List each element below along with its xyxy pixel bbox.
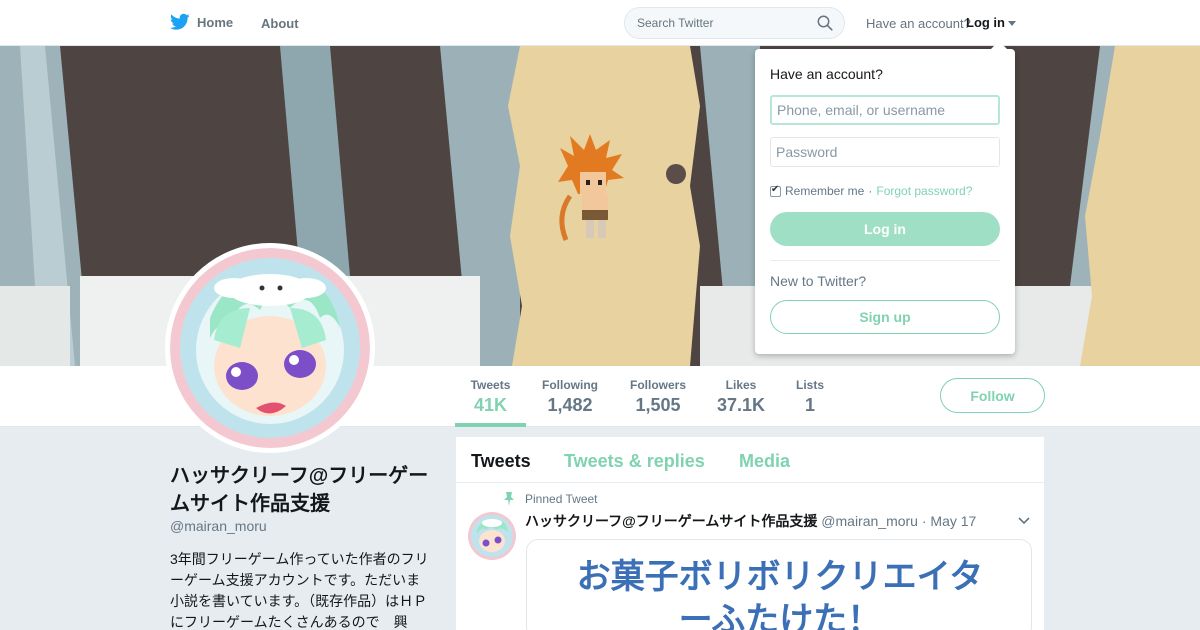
login-dropdown: Have an account? Remember me · Forgot pa… (755, 49, 1015, 354)
stat-followers-label: Followers (629, 378, 686, 392)
profile-bio: 3年間フリーゲーム作っていた作者のフリーゲーム支援アカウントです。ただいま小説を… (170, 551, 429, 630)
remember-me-label[interactable]: Remember me (785, 184, 864, 198)
card-text-line-2: ーふたけた！ (678, 600, 882, 630)
tweet-card-text: お菓子ボリボリクリエイタ ーふたけた！ (527, 556, 1031, 630)
stat-tweets-label: Tweets (470, 378, 511, 392)
search-input[interactable] (625, 8, 805, 38)
tweet-author-name[interactable]: ハッサクリーフ@フリーゲームサイト作品支援 (525, 513, 817, 529)
nav-home-link[interactable]: Home (170, 13, 233, 31)
tweet-avatar-artwork (468, 512, 516, 560)
tab-tweets[interactable]: Tweets (471, 451, 531, 472)
account-prompt: Have an account? (866, 16, 971, 31)
stat-lists-label: Lists (795, 378, 824, 392)
tweet-author-handle[interactable]: @mairan_moru (821, 513, 918, 529)
remember-row: Remember me · Forgot password? (770, 184, 972, 198)
chevron-down-icon[interactable] (1017, 514, 1031, 528)
stat-lists-value: 1 (804, 395, 815, 415)
tweet-date[interactable]: May 17 (930, 513, 976, 529)
profile-handle[interactable]: @mairan_moru (170, 518, 267, 534)
profile-avatar[interactable] (165, 243, 375, 453)
tab-media[interactable]: Media (739, 451, 790, 472)
tweet-header: ハッサクリーフ@フリーゲームサイト作品支援 @mairan_moru · May… (525, 511, 976, 531)
stat-likes-label: Likes (725, 378, 757, 392)
dropdown-divider (770, 260, 1000, 261)
profile-name[interactable]: ハッサクリーフ@フリーゲームサイト作品支援 (170, 462, 430, 518)
login-button[interactable]: Log in (770, 212, 1000, 246)
stat-following-label: Following (542, 378, 598, 392)
forgot-password-link[interactable]: Forgot password? (876, 184, 972, 198)
stat-tweets-value: 41K (473, 395, 508, 415)
timeline-tabs: Tweets Tweets & replies Media (456, 437, 1044, 483)
remember-me-checkbox[interactable] (770, 184, 781, 197)
stat-following-value: 1,482 (547, 395, 593, 415)
tweet-author-avatar[interactable] (468, 512, 516, 560)
password-field[interactable] (770, 137, 1000, 167)
nav-home-label: Home (197, 14, 234, 30)
avatar-artwork (170, 248, 370, 448)
active-stat-indicator (455, 423, 526, 427)
search-icon[interactable] (817, 15, 833, 31)
dropdown-caret (990, 41, 1008, 50)
tweet-separator: · (921, 513, 927, 529)
caret-down-icon (1008, 20, 1016, 26)
stat-likes[interactable]: Likes 37.1K (712, 378, 770, 416)
new-to-twitter-label: New to Twitter? (770, 273, 867, 289)
pin-icon (504, 492, 514, 506)
stat-followers[interactable]: Followers 1,505 (624, 378, 692, 416)
twitter-bird-icon (170, 13, 190, 30)
login-dropdown-toggle[interactable]: Log in (966, 15, 1016, 30)
dropdown-title: Have an account? (770, 66, 883, 82)
stat-following[interactable]: Following 1,482 (536, 378, 604, 416)
remember-separator: · (868, 184, 873, 198)
stat-likes-value: 37.1K (716, 395, 766, 415)
tab-tweets-and-replies[interactable]: Tweets & replies (564, 451, 705, 472)
login-link-label: Log in (966, 15, 1005, 30)
signup-button[interactable]: Sign up (770, 300, 1000, 334)
pinned-tweet-label: Pinned Tweet (525, 492, 598, 506)
top-navigation-bar: Home About Have an account? Log in (0, 0, 1200, 46)
nav-about-link[interactable]: About (261, 16, 299, 31)
timeline: Tweets Tweets & replies Media Pinned Twe… (456, 437, 1044, 630)
search-box (624, 7, 845, 39)
tweet-media-card[interactable]: お菓子ボリボリクリエイタ ーふたけた！ (526, 539, 1032, 630)
username-field[interactable] (770, 95, 1000, 125)
card-text-line-1: お菓子ボリボリクリエイタ (576, 557, 984, 597)
stat-tweets[interactable]: Tweets 41K (463, 378, 518, 416)
stat-followers-value: 1,505 (635, 395, 681, 415)
stat-lists[interactable]: Lists 1 (790, 378, 830, 416)
follow-button[interactable]: Follow (940, 378, 1045, 413)
